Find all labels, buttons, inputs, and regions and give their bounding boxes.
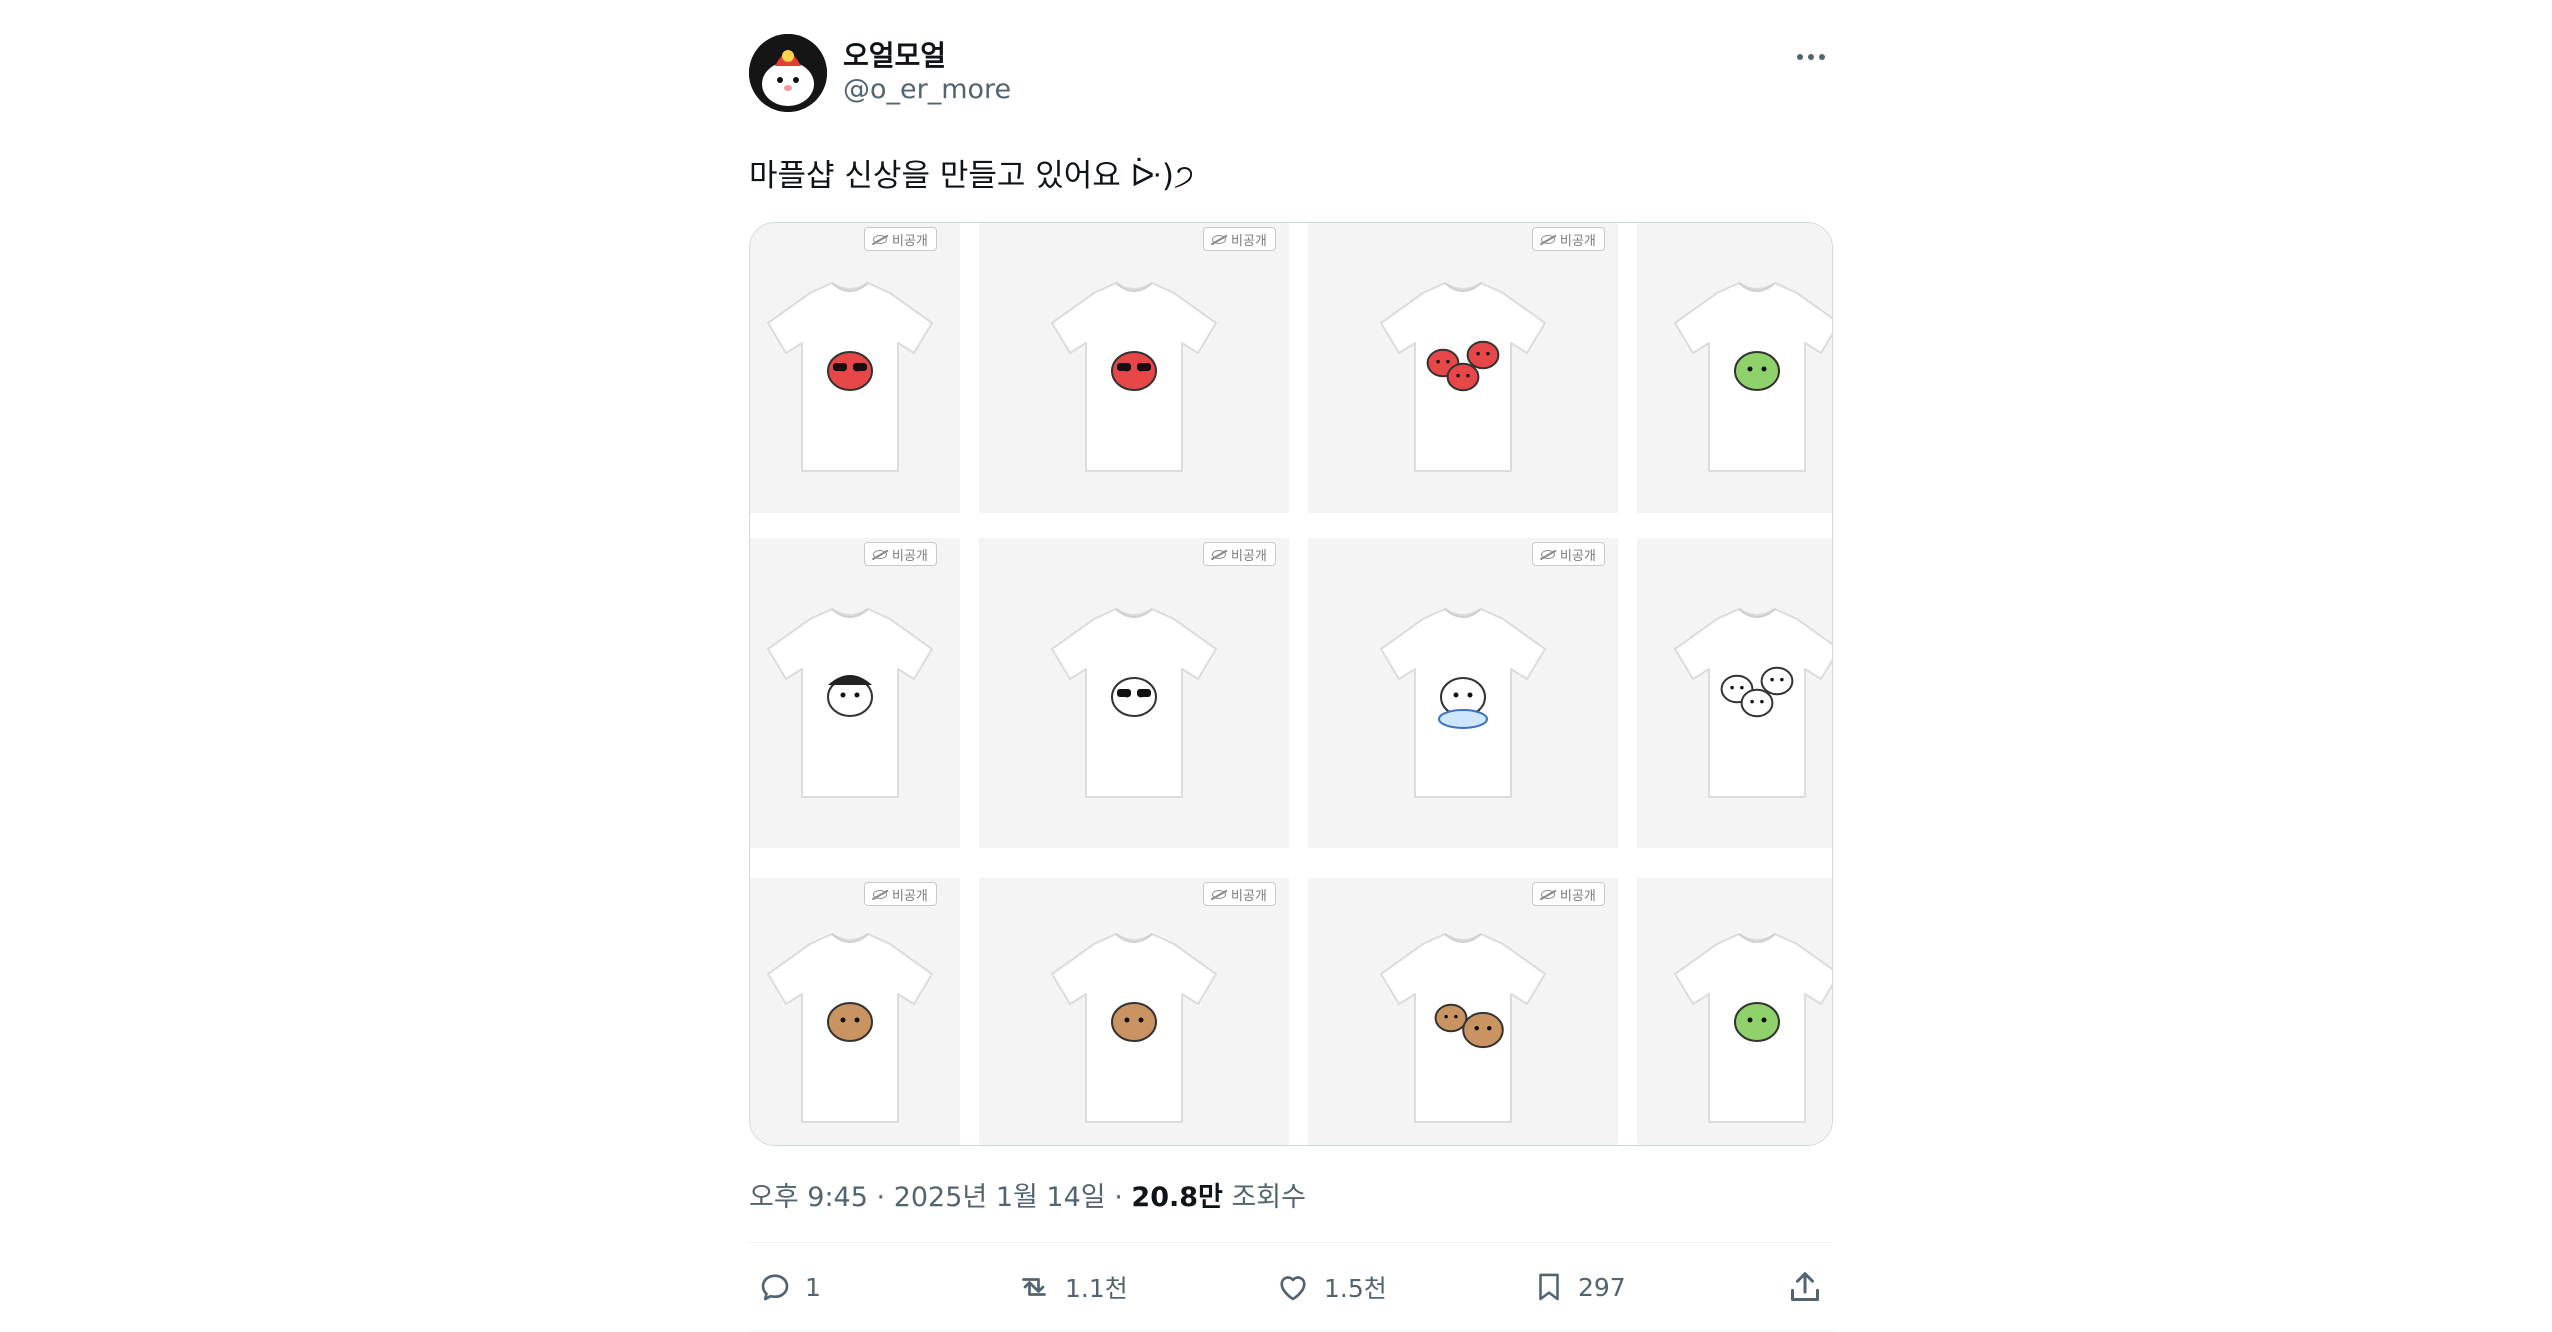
private-badge: 비공개 bbox=[1203, 882, 1276, 906]
private-badge: 비공개 bbox=[864, 882, 937, 906]
more-dot-icon bbox=[1797, 54, 1803, 60]
meta-separator: · bbox=[1114, 1182, 1123, 1213]
tshirt-strawberry-sunglasses bbox=[767, 282, 933, 472]
product-tile: 비공개 bbox=[1308, 538, 1618, 848]
private-badge-label: 비공개 bbox=[892, 888, 928, 904]
eye-off-icon bbox=[1212, 234, 1226, 244]
eye-off-icon bbox=[1212, 889, 1226, 899]
tshirt-frog bbox=[1674, 933, 1832, 1123]
product-tile: 비공개 bbox=[1308, 878, 1618, 1145]
tshirt-frog-hood bbox=[1674, 282, 1832, 472]
author-handle[interactable]: @o_er_more bbox=[843, 74, 1011, 105]
tweet-actions: 1 1.1천 1.5천 297 bbox=[749, 1243, 1833, 1331]
product-tile: 비공개 bbox=[750, 878, 960, 1145]
share-icon bbox=[1791, 1272, 1819, 1301]
tweet-date[interactable]: 2025년 1월 14일 bbox=[894, 1182, 1106, 1213]
private-badge: 비공개 bbox=[1532, 542, 1605, 566]
tweet: 오얼모얼 @o_er_more 마플샵 신상을 만들고 있어요 ᐕ)੭ 비공개 비… bbox=[749, 30, 1833, 1332]
product-tile bbox=[1637, 538, 1832, 848]
tshirt-penguin-hat bbox=[767, 608, 933, 798]
private-badge: 비공개 bbox=[1532, 227, 1605, 251]
private-badge-label: 비공개 bbox=[892, 233, 928, 249]
author-display-name[interactable]: 오얼모얼 bbox=[843, 34, 946, 74]
private-badge-label: 비공개 bbox=[1560, 888, 1596, 904]
product-tile: 비공개 bbox=[750, 223, 960, 513]
eye-off-icon bbox=[873, 234, 887, 244]
tshirt-penguin-sunglasses bbox=[1051, 608, 1217, 798]
avatar[interactable] bbox=[749, 34, 827, 112]
private-badge: 비공개 bbox=[1532, 882, 1605, 906]
tweet-text: 마플샵 신상을 만들고 있어요 ᐕ)੭ bbox=[749, 158, 1194, 194]
tweet-time[interactable]: 오후 9:45 bbox=[749, 1182, 868, 1213]
more-dot-icon bbox=[1808, 54, 1814, 60]
private-badge-label: 비공개 bbox=[1231, 233, 1267, 249]
tshirt-strawberry-trio bbox=[1380, 282, 1546, 472]
eye-off-icon bbox=[1212, 549, 1226, 559]
private-badge: 비공개 bbox=[864, 542, 937, 566]
tshirt-band-trio bbox=[1674, 608, 1832, 798]
share-button[interactable] bbox=[1785, 1243, 1825, 1331]
product-tile bbox=[1637, 878, 1832, 1145]
tshirt-hamster-drums bbox=[1380, 608, 1546, 798]
heart-icon bbox=[1280, 1276, 1306, 1301]
product-tile: 비공개 bbox=[979, 538, 1289, 848]
eye-off-icon bbox=[873, 549, 887, 559]
tshirt-strawberry-sunglasses bbox=[1051, 282, 1217, 472]
private-badge: 비공개 bbox=[864, 227, 937, 251]
private-badge-label: 비공개 bbox=[1560, 233, 1596, 249]
private-badge-label: 비공개 bbox=[1231, 888, 1267, 904]
more-dot-icon bbox=[1819, 54, 1825, 60]
eye-off-icon bbox=[1541, 549, 1555, 559]
private-badge-label: 비공개 bbox=[1560, 548, 1596, 564]
retweet-icon bbox=[1022, 1278, 1046, 1296]
private-badge: 비공개 bbox=[1203, 542, 1276, 566]
product-tile bbox=[1637, 223, 1832, 513]
eye-off-icon bbox=[1541, 234, 1555, 244]
product-tile: 비공개 bbox=[979, 223, 1289, 513]
product-tile: 비공개 bbox=[750, 538, 960, 848]
bookmark-icon bbox=[1539, 1273, 1559, 1301]
private-badge-label: 비공개 bbox=[892, 548, 928, 564]
tweet-meta: 오후 9:45 · 2025년 1월 14일 · 20.8만 조회수 bbox=[749, 1176, 1833, 1220]
more-options-button[interactable] bbox=[1789, 42, 1833, 72]
reply-count: 1 bbox=[805, 1272, 821, 1302]
tweet-header: 오얼모얼 @o_er_more bbox=[749, 30, 1833, 114]
private-badge: 비공개 bbox=[1203, 227, 1276, 251]
bookmark-button[interactable]: 297 bbox=[1532, 1243, 1626, 1331]
views-count[interactable]: 20.8만 bbox=[1131, 1182, 1222, 1213]
product-tile: 비공개 bbox=[979, 878, 1289, 1145]
meta-separator: · bbox=[876, 1182, 886, 1213]
tshirt-monkey-duo bbox=[1380, 933, 1546, 1123]
product-tile: 비공개 bbox=[1308, 223, 1618, 513]
private-badge-label: 비공개 bbox=[1231, 548, 1267, 564]
eye-off-icon bbox=[1541, 889, 1555, 899]
tshirt-monkey bbox=[1051, 933, 1217, 1123]
like-count: 1.5천 bbox=[1324, 1274, 1387, 1303]
reply-button[interactable]: 1 bbox=[757, 1243, 821, 1331]
tweet-media-image[interactable]: 비공개 비공개 비공개 비공개 비공개 비공개 비공개 비공개 비공개 bbox=[749, 222, 1833, 1146]
eye-off-icon bbox=[873, 889, 887, 899]
retweet-count: 1.1천 bbox=[1065, 1274, 1128, 1303]
reply-icon bbox=[761, 1274, 789, 1301]
retweet-button[interactable]: 1.1천 bbox=[1015, 1243, 1128, 1331]
like-button[interactable]: 1.5천 bbox=[1274, 1243, 1387, 1331]
views-label: 조회수 bbox=[1231, 1182, 1306, 1213]
tshirt-monkey bbox=[767, 933, 933, 1123]
bookmark-count: 297 bbox=[1578, 1272, 1626, 1302]
